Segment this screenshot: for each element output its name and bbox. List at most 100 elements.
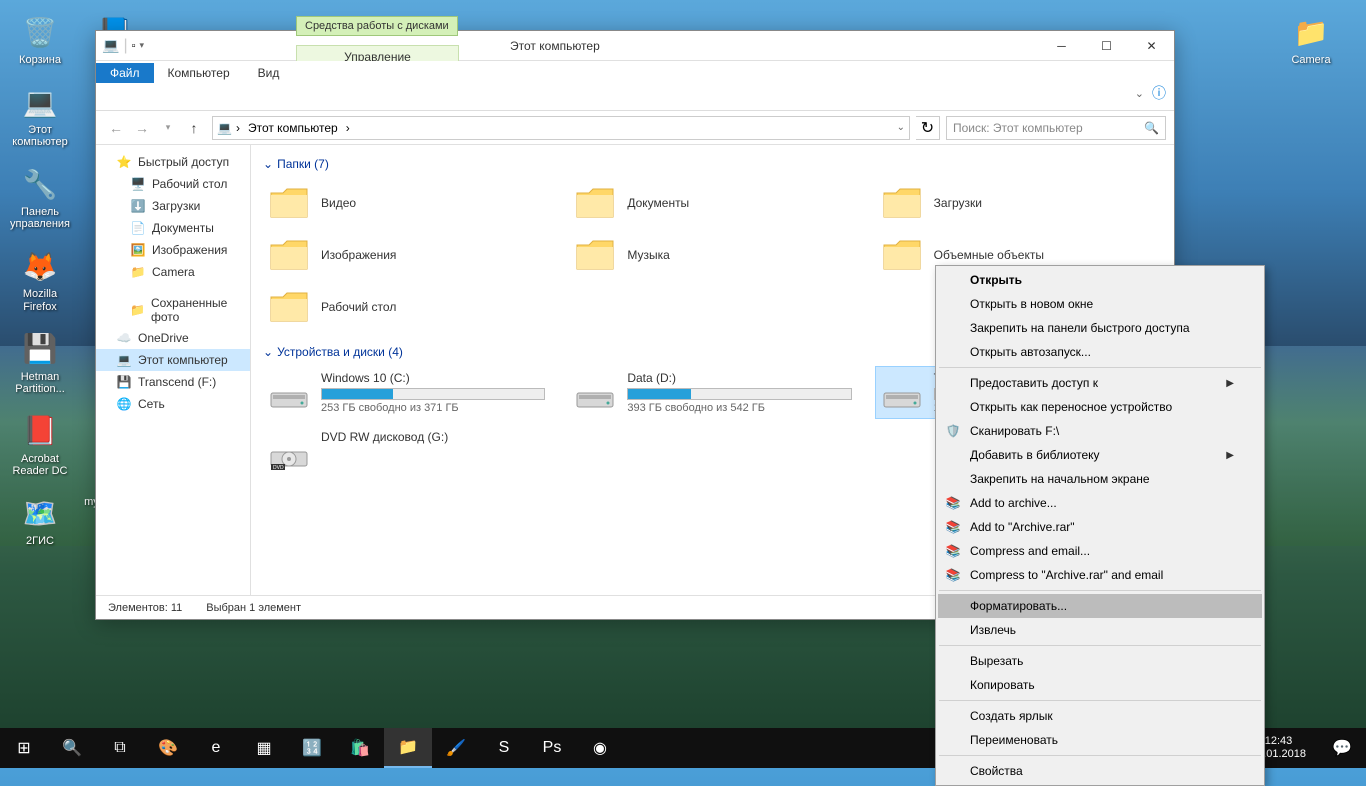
nav-Camera[interactable]: 📁Camera (96, 261, 250, 283)
2gis[interactable]: 🗺️2ГИС (5, 491, 75, 549)
this-pc[interactable]: 💻Этот компьютер (5, 80, 75, 150)
tb-chrome[interactable]: ◉ (576, 728, 624, 768)
search-input[interactable]: Поиск: Этот компьютер 🔍 (946, 116, 1166, 140)
breadcrumb-arrow[interactable]: › (342, 121, 354, 135)
tb-taskview[interactable]: ⧉ (96, 728, 144, 768)
breadcrumb-this-pc[interactable]: Этот компьютер (244, 121, 342, 135)
folder-Рабочий стол[interactable]: Рабочий стол (263, 283, 549, 331)
help-icon[interactable]: ⓘ (1152, 83, 1166, 103)
hetman[interactable]: 💾Hetman Partition... (5, 327, 75, 397)
recycle-bin[interactable]: 🗑️Корзина (5, 10, 75, 68)
drive-name: Data (D:) (627, 371, 851, 385)
qat-btn[interactable]: ▫ (132, 40, 136, 52)
ctx-Открыть автозапуск...[interactable]: Открыть автозапуск... (938, 340, 1262, 364)
address-bar[interactable]: 💻 › Этот компьютер › ⌄ (212, 116, 910, 140)
window-title: Этот компьютер (150, 39, 1039, 53)
ctx-Add to archive...[interactable]: 📚Add to archive... (938, 491, 1262, 515)
ctx-Открыть в новом окне[interactable]: Открыть в новом окне (938, 292, 1262, 316)
history-button[interactable]: ▾ (156, 116, 180, 140)
ctx-Создать ярлык[interactable]: Создать ярлык (938, 704, 1262, 728)
folder-label: Загрузки (934, 196, 982, 210)
folder-Загрузки[interactable]: Загрузки (876, 179, 1162, 227)
tb-search[interactable]: 🔍 (48, 728, 96, 768)
ctx-Закрепить на начальном экране[interactable]: Закрепить на начальном экране (938, 467, 1262, 491)
tab-view[interactable]: Вид (244, 63, 294, 83)
ctx-Свойства[interactable]: Свойства (938, 759, 1262, 783)
tb-skype[interactable]: S (480, 728, 528, 768)
folder-Документы[interactable]: Документы (569, 179, 855, 227)
tb-start[interactable]: ⊞ (0, 728, 48, 768)
ctx-Форматировать...[interactable]: Форматировать... (938, 594, 1262, 618)
ctx-Добавить в библиотеку[interactable]: Добавить в библиотеку▶ (938, 443, 1262, 467)
drive-0[interactable]: Windows 10 (C:)253 ГБ свободно из 371 ГБ (263, 367, 549, 418)
context-menu: ОткрытьОткрыть в новом окнеЗакрепить на … (935, 265, 1265, 786)
nav-label: OneDrive (138, 331, 189, 345)
contextual-tab[interactable]: Средства работы с дисками (296, 16, 458, 36)
back-button[interactable]: ← (104, 116, 128, 140)
ctx-Предоставить доступ к[interactable]: Предоставить доступ к▶ (938, 371, 1262, 395)
tb-ps[interactable]: Ps (528, 728, 576, 768)
ctx-Вырезать[interactable]: Вырезать (938, 649, 1262, 673)
icon-label: Панель управления (7, 206, 73, 230)
ctx-Сканировать F:\[interactable]: 🛡️Сканировать F:\ (938, 419, 1262, 443)
tb-paint[interactable]: 🎨 (144, 728, 192, 768)
nav-Загрузки[interactable]: ⬇️Загрузки (96, 195, 250, 217)
pc-icon: 💻 (102, 37, 119, 54)
nav-Transcend (F:)[interactable]: 💾Transcend (F:) (96, 371, 250, 393)
ctx-Открыть[interactable]: Открыть (938, 268, 1262, 292)
control-panel-icon: 🔧 (20, 164, 60, 204)
ctx-Открыть как переносное устройство[interactable]: Открыть как переносное устройство (938, 395, 1262, 419)
minimize-button[interactable]: ─ (1039, 32, 1084, 60)
nav-icon: 🖥️ (130, 176, 146, 192)
qat-dd[interactable]: ▾ (140, 40, 145, 51)
nav-Быстрый доступ[interactable]: ⭐Быстрый доступ (96, 151, 250, 173)
maximize-button[interactable]: ☐ (1084, 32, 1129, 60)
nav-icon: 💻 (116, 352, 132, 368)
refresh-button[interactable]: ↻ (916, 116, 940, 140)
drive-3[interactable]: DVDDVD RW дисковод (G:) (263, 426, 549, 474)
nav-Изображения[interactable]: 🖼️Изображения (96, 239, 250, 261)
tb-calc[interactable]: 🔢 (288, 728, 336, 768)
nav-Сохраненные фото[interactable]: 📁Сохраненные фото (96, 293, 250, 327)
drive-1[interactable]: Data (D:)393 ГБ свободно из 542 ГБ (569, 367, 855, 418)
folder-Изображения[interactable]: Изображения (263, 231, 549, 279)
nav-Рабочий стол[interactable]: 🖥️Рабочий стол (96, 173, 250, 195)
ctx-Закрепить на панели быстрого доступа[interactable]: Закрепить на панели быстрого доступа (938, 316, 1262, 340)
folders-group-header[interactable]: ⌄Папки (7) (263, 157, 1162, 171)
breadcrumb-seg[interactable]: › (232, 121, 244, 135)
nav-OneDrive[interactable]: ☁️OneDrive (96, 327, 250, 349)
ctx-Compress to[interactable]: 📚Compress to "Archive.rar" and email (938, 563, 1262, 587)
up-button[interactable]: ↑ (182, 116, 206, 140)
nav-Документы[interactable]: 📄Документы (96, 217, 250, 239)
ctx-Извлечь[interactable]: Извлечь (938, 618, 1262, 642)
tb-edge[interactable]: e (192, 728, 240, 768)
ctx-Копировать[interactable]: Копировать (938, 673, 1262, 697)
drive-icon: DVD (267, 430, 311, 470)
ribbon-expand[interactable]: ⌄ (1135, 87, 1144, 100)
addr-dropdown[interactable]: ⌄ (897, 122, 905, 133)
close-button[interactable]: ✕ (1129, 32, 1174, 60)
ctx-Переименовать[interactable]: Переименовать (938, 728, 1262, 752)
ctx-item-icon: 📚 (944, 542, 962, 560)
titlebar[interactable]: 💻 | ▫ ▾ Средства работы с дисками Управл… (96, 31, 1174, 61)
camera-folder[interactable]: 📁 Camera (1276, 10, 1346, 68)
control-panel[interactable]: 🔧Панель управления (5, 162, 75, 232)
tb-explorer[interactable]: 📁 (384, 728, 432, 768)
tab-file[interactable]: Файл (96, 63, 154, 83)
tb-paint2[interactable]: 🖌️ (432, 728, 480, 768)
nav-Сеть[interactable]: 🌐Сеть (96, 393, 250, 415)
forward-button[interactable]: → (130, 116, 154, 140)
notifications-button[interactable]: 💬 (1322, 728, 1362, 768)
firefox[interactable]: 🦊Mozilla Firefox (5, 244, 75, 314)
nav-Этот компьютер[interactable]: 💻Этот компьютер (96, 349, 250, 371)
folder-Музыка[interactable]: Музыка (569, 231, 855, 279)
ctx-label: Compress and email... (970, 544, 1090, 558)
acrobat[interactable]: 📕Acrobat Reader DC (5, 409, 75, 479)
tab-computer[interactable]: Компьютер (154, 63, 244, 83)
ctx-Add to[interactable]: 📚Add to "Archive.rar" (938, 515, 1262, 539)
pc-icon: 💻 (217, 121, 232, 135)
tb-app[interactable]: ▦ (240, 728, 288, 768)
ctx-Compress and email...[interactable]: 📚 Compress and email... (938, 539, 1262, 563)
folder-Видео[interactable]: Видео (263, 179, 549, 227)
tb-store[interactable]: 🛍️ (336, 728, 384, 768)
